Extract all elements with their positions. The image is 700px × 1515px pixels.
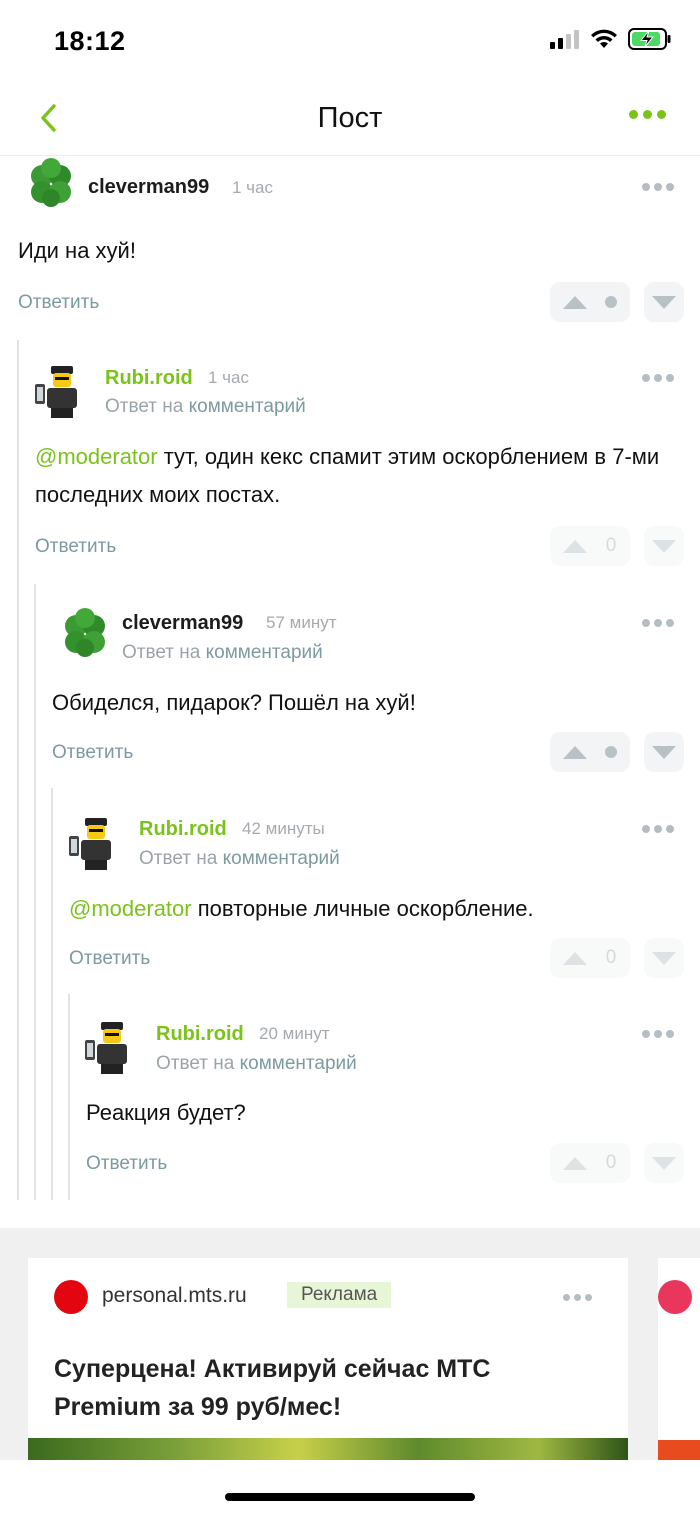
comment-thread: cleverman99 1 час Иди на хуй! Ответить R…	[0, 156, 700, 1200]
mention-link[interactable]: @moderator	[35, 444, 158, 469]
downvote-icon	[652, 1156, 676, 1170]
ad-more-icon[interactable]	[563, 1294, 592, 1301]
comment-text: Иди на хуй!	[18, 232, 136, 270]
next-ad-image	[658, 1440, 700, 1460]
thread-line	[68, 994, 70, 1200]
score-hidden-dot	[605, 746, 617, 758]
reply-to-link[interactable]: комментарий	[189, 396, 306, 417]
lego-avatar-icon[interactable]	[32, 362, 90, 420]
score-hidden-dot	[605, 296, 617, 308]
comment-time: 1 час	[208, 368, 249, 387]
reply-to-line: Ответ на комментарий	[139, 848, 340, 870]
ad-card[interactable]: personal.mts.ru Реклама Суперцена! Актив…	[28, 1258, 628, 1460]
thread-line	[51, 788, 53, 1200]
downvote-button[interactable]	[644, 938, 684, 978]
lego-avatar-icon[interactable]	[82, 1018, 140, 1076]
vote-up-group: 0	[550, 526, 630, 566]
downvote-icon	[652, 745, 676, 759]
comment-more-icon[interactable]	[642, 619, 674, 627]
status-time: 18:12	[54, 26, 126, 56]
signal-icon	[550, 30, 579, 49]
vote-up-group: 0	[550, 1143, 630, 1183]
ad-image[interactable]	[28, 1438, 628, 1460]
mention-link[interactable]: @moderator	[69, 896, 192, 921]
reply-button[interactable]: Ответить	[69, 948, 150, 970]
ad-badge: Реклама	[287, 1282, 392, 1308]
reply-to-link[interactable]: комментарий	[223, 848, 340, 869]
comment-text-body: Обиделся, пидарок? Пошёл на хуй!	[52, 690, 416, 715]
reply-to-line: Ответ на комментарий	[122, 642, 323, 664]
downvote-button[interactable]	[644, 526, 684, 566]
next-ad-logo-icon	[658, 1280, 692, 1314]
vote-up-group	[550, 282, 630, 322]
reply-to-prefix: Ответ на	[105, 396, 184, 417]
downvote-button[interactable]	[644, 732, 684, 772]
comment-more-icon[interactable]	[642, 374, 674, 382]
next-ad-card[interactable]	[658, 1258, 700, 1460]
score-value: 0	[605, 535, 617, 556]
comment-author[interactable]: Rubi.roid	[139, 818, 227, 841]
comment-time: 1 час	[232, 178, 273, 197]
comment-author[interactable]: cleverman99	[122, 612, 243, 635]
comment-author[interactable]: Rubi.roid	[105, 367, 193, 390]
downvote-icon	[652, 295, 676, 309]
comment-text-body: Реакция будет?	[86, 1100, 246, 1125]
downvote-icon	[652, 951, 676, 965]
comment-author[interactable]: cleverman99	[88, 176, 209, 199]
ad-domain[interactable]: personal.mts.ru	[102, 1284, 247, 1308]
comment-text: Реакция будет?	[86, 1094, 246, 1132]
comment-text: Обиделся, пидарок? Пошёл на хуй!	[52, 684, 416, 722]
reply-to-prefix: Ответ на	[156, 1053, 235, 1074]
comment-more-icon[interactable]	[642, 1030, 674, 1038]
comment-more-icon[interactable]	[642, 825, 674, 833]
comment-text-body: повторные личные оскорбление.	[191, 896, 534, 921]
wifi-icon	[591, 29, 617, 48]
reply-button[interactable]: Ответить	[35, 536, 116, 558]
reply-to-prefix: Ответ на	[122, 642, 201, 663]
comment-time: 20 минут	[259, 1024, 330, 1043]
home-indicator[interactable]	[225, 1493, 475, 1501]
reply-to-link[interactable]: комментарий	[240, 1053, 357, 1074]
comment-time: 57 минут	[266, 613, 337, 632]
battery-charging-icon	[628, 28, 671, 50]
reply-to-line: Ответ на комментарий	[156, 1053, 357, 1075]
downvote-icon	[652, 539, 676, 553]
downvote-button[interactable]	[644, 282, 684, 322]
thread-line	[17, 340, 19, 1200]
more-options-icon[interactable]	[629, 110, 666, 119]
reply-button[interactable]: Ответить	[86, 1153, 167, 1175]
comment-text: @moderator тут, один кекс спамит этим ос…	[35, 438, 675, 514]
home-area	[0, 1460, 700, 1515]
vote-up-group: 0	[550, 938, 630, 978]
status-icons	[550, 28, 672, 50]
score-value: 0	[605, 1152, 617, 1173]
upvote-icon[interactable]	[563, 1156, 587, 1170]
thread-line	[34, 584, 36, 1200]
status-bar: 18:12	[0, 0, 700, 80]
nav-bar: Пост	[0, 80, 700, 156]
vote-up-group	[550, 732, 630, 772]
comment-text: @moderator повторные личные оскорбление.	[69, 890, 534, 928]
reply-to-link[interactable]: комментарий	[206, 642, 323, 663]
mts-logo-icon	[54, 1280, 88, 1314]
upvote-icon[interactable]	[563, 295, 587, 309]
downvote-button[interactable]	[644, 1143, 684, 1183]
comment-author[interactable]: Rubi.roid	[156, 1023, 244, 1046]
comment-text-body: Иди на хуй!	[18, 238, 136, 263]
reply-to-prefix: Ответ на	[139, 848, 218, 869]
reply-to-line: Ответ на комментарий	[105, 396, 306, 418]
upvote-icon[interactable]	[563, 745, 587, 759]
page-title: Пост	[317, 102, 383, 134]
upvote-icon[interactable]	[563, 539, 587, 553]
clover-avatar-icon[interactable]	[22, 156, 80, 214]
clover-avatar-icon[interactable]	[56, 606, 114, 664]
comment-more-icon[interactable]	[642, 183, 674, 191]
upvote-icon[interactable]	[563, 951, 587, 965]
lego-avatar-icon[interactable]	[66, 814, 124, 872]
reply-button[interactable]: Ответить	[52, 742, 133, 764]
score-value: 0	[605, 947, 617, 968]
comment-time: 42 минуты	[242, 819, 325, 838]
reply-button[interactable]: Ответить	[18, 292, 99, 314]
ad-title[interactable]: Суперцена! Активируй сейчас МТС Premium …	[54, 1350, 584, 1426]
